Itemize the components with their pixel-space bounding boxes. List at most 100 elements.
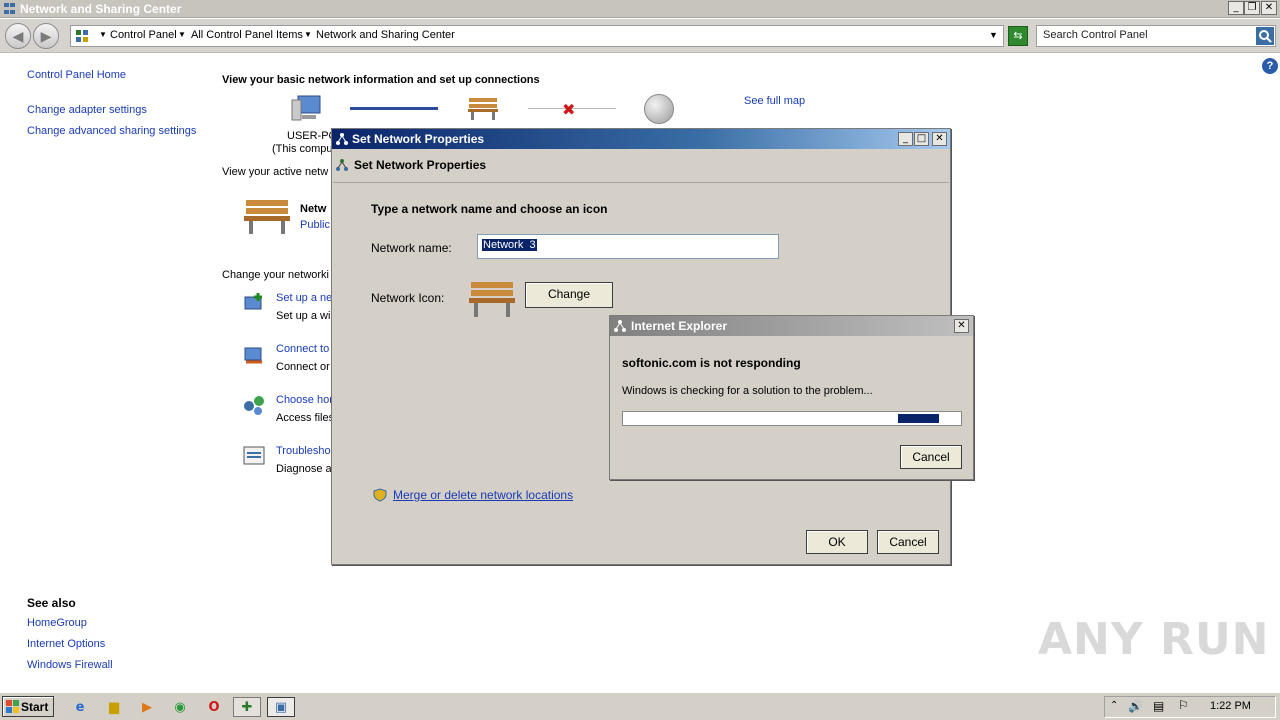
- anyrun-watermark: ANY RUN: [1038, 614, 1270, 665]
- change-settings-label: Change your networki: [222, 269, 330, 281]
- cancel-button[interactable]: Cancel: [900, 445, 962, 469]
- address-toolbar: ◀ ▶ ▼ Control Panel ▼ All Control Panel …: [0, 19, 1280, 53]
- internet-explorer-icon[interactable]: e: [66, 697, 94, 717]
- page-title: View your basic network information and …: [222, 74, 540, 86]
- ie-not-responding-dialog: Internet Explorer ✕ softonic.com is not …: [609, 315, 974, 480]
- window-titlebar: Network and Sharing Center _ ❐ ✕: [0, 0, 1280, 18]
- media-player-icon[interactable]: ▶: [133, 697, 161, 717]
- windows-firewall-link[interactable]: Windows Firewall: [27, 659, 113, 671]
- window-title: Network and Sharing Center: [20, 2, 182, 16]
- task-desc-setup: Set up a wi: [276, 310, 331, 322]
- dialog-titlebar: Set Network Properties _ □ ✕: [332, 129, 950, 149]
- network-name-value: Network 3: [482, 239, 537, 251]
- dialog-title: Set Network Properties: [352, 132, 485, 146]
- start-button[interactable]: Start: [2, 696, 54, 717]
- name-prompt: Type a network name and choose an icon: [371, 202, 608, 216]
- network-icon: [335, 158, 349, 172]
- dialog-header: Set Network Properties: [354, 158, 487, 172]
- network-center-icon: [3, 2, 16, 15]
- minimize-button[interactable]: _: [898, 132, 913, 146]
- progress-bar: [622, 411, 962, 426]
- windows-logo-icon: [6, 700, 19, 713]
- computer-name: USER-PC: [287, 130, 337, 142]
- setup-connection-icon: [242, 291, 266, 315]
- start-label: Start: [21, 700, 49, 714]
- dialog-titlebar: Internet Explorer ✕: [610, 316, 973, 336]
- show-hidden-icons-icon[interactable]: ⌃: [1110, 700, 1118, 711]
- network-icon-label: Network Icon:: [371, 291, 445, 305]
- search-icon[interactable]: [1256, 27, 1274, 45]
- active-networks-label: View your active netw: [222, 166, 329, 178]
- merge-locations-link[interactable]: Merge or delete network locations: [393, 488, 573, 502]
- internet-globe-icon: [644, 94, 674, 124]
- restore-button[interactable]: ❐: [1244, 1, 1260, 15]
- dialog-title: Internet Explorer: [631, 319, 728, 333]
- volume-icon[interactable]: 🔊: [1128, 699, 1143, 713]
- breadcrumb[interactable]: ▼ Control Panel ▼ All Control Panel Item…: [70, 25, 1004, 47]
- help-icon[interactable]: ?: [1262, 58, 1278, 74]
- crumb-network-center[interactable]: Network and Sharing Center: [316, 29, 455, 41]
- network-name: Netw: [300, 203, 327, 215]
- opera-icon[interactable]: O: [200, 697, 228, 717]
- see-full-map-link[interactable]: See full map: [744, 95, 805, 107]
- progress-fill: [898, 414, 939, 423]
- network-tray-icon[interactable]: ▤: [1153, 699, 1164, 713]
- disconnected-x-icon: ✖: [562, 100, 576, 119]
- network-icon: [613, 319, 627, 333]
- control-panel-icon: [75, 29, 89, 43]
- network-icon: [335, 132, 349, 146]
- chevron-right-icon[interactable]: ▼: [99, 30, 107, 39]
- bench-icon: [466, 95, 500, 121]
- close-button[interactable]: ✕: [954, 319, 969, 333]
- search-placeholder: Search Control Panel: [1043, 29, 1148, 41]
- minimize-button[interactable]: _: [1228, 1, 1244, 15]
- network-bench-icon: [242, 196, 292, 236]
- network-name-label: Network name:: [371, 241, 452, 255]
- chrome-icon[interactable]: ◉: [166, 697, 194, 717]
- computer-icon: [290, 94, 324, 124]
- forward-button[interactable]: ▶: [33, 23, 59, 49]
- computer-sub: (This compu: [272, 143, 333, 155]
- connect-network-icon: [242, 342, 266, 366]
- task-link-troubleshoot[interactable]: Troublesho: [276, 445, 331, 457]
- chevron-down-icon[interactable]: ▼: [989, 30, 998, 40]
- change-advanced-sharing-link[interactable]: Change advanced sharing settings: [27, 125, 196, 137]
- troubleshoot-icon: [242, 444, 266, 468]
- chevron-right-icon[interactable]: ▼: [304, 30, 312, 39]
- file-explorer-icon[interactable]: ▆: [100, 697, 128, 717]
- maximize-button[interactable]: □: [914, 132, 929, 146]
- internet-options-link[interactable]: Internet Options: [27, 638, 105, 650]
- see-also-heading: See also: [27, 596, 76, 610]
- network-properties-task-icon[interactable]: ▣: [267, 697, 295, 717]
- connection-line: [350, 107, 438, 110]
- close-button[interactable]: ✕: [932, 132, 947, 146]
- task-link-connect[interactable]: Connect to: [276, 343, 329, 355]
- close-button[interactable]: ✕: [1261, 1, 1277, 15]
- ok-button[interactable]: OK: [806, 530, 868, 554]
- change-icon-button[interactable]: Change: [525, 282, 613, 308]
- network-name-field[interactable]: Network 3: [477, 234, 779, 259]
- search-input[interactable]: Search Control Panel: [1036, 25, 1276, 47]
- network-center-task-icon[interactable]: ✚: [233, 697, 261, 717]
- checking-message: Windows is checking for a solution to th…: [622, 385, 873, 397]
- homegroup-link[interactable]: HomeGroup: [27, 617, 87, 629]
- back-button[interactable]: ◀: [5, 23, 31, 49]
- task-link-homegroup[interactable]: Choose hor: [276, 394, 333, 406]
- task-desc-connect: Connect or: [276, 361, 330, 373]
- homegroup-icon: [242, 393, 266, 417]
- not-responding-message: softonic.com is not responding: [622, 356, 801, 370]
- refresh-button[interactable]: ⇆: [1008, 26, 1028, 46]
- change-adapter-settings-link[interactable]: Change adapter settings: [27, 104, 147, 116]
- task-desc-troubleshoot: Diagnose a: [276, 463, 332, 475]
- clock[interactable]: 1:22 PM: [1210, 700, 1251, 712]
- task-desc-homegroup: Access files: [276, 412, 335, 424]
- action-center-flag-icon[interactable]: ⚐: [1178, 698, 1189, 712]
- bench-icon: [467, 278, 517, 320]
- chevron-right-icon[interactable]: ▼: [178, 30, 186, 39]
- network-type-link[interactable]: Public: [300, 219, 330, 231]
- cancel-button[interactable]: Cancel: [877, 530, 939, 554]
- control-panel-home-link[interactable]: Control Panel Home: [27, 69, 126, 81]
- crumb-all-items[interactable]: All Control Panel Items: [191, 29, 303, 41]
- task-link-setup[interactable]: Set up a ne: [276, 292, 332, 304]
- crumb-control-panel[interactable]: Control Panel: [110, 29, 177, 41]
